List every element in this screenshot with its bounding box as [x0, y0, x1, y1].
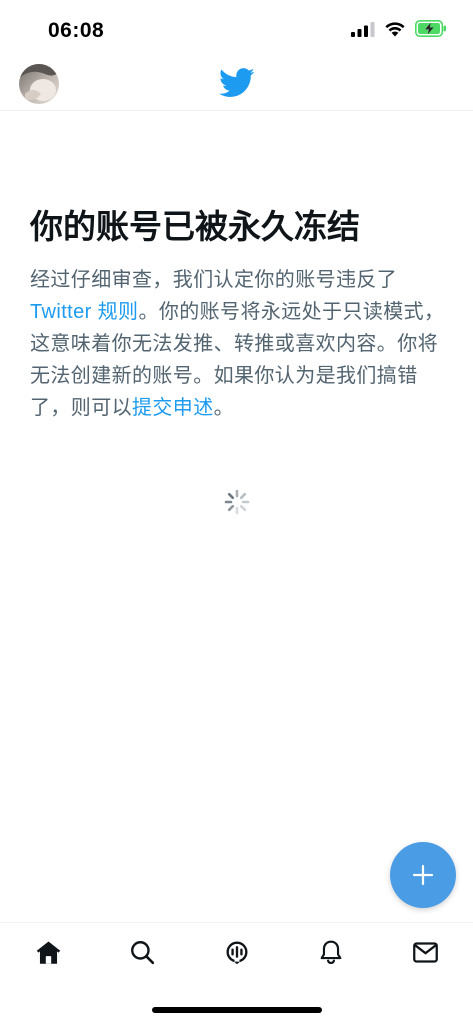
top-app-bar	[0, 58, 473, 111]
page-title: 你的账号已被永久冻结	[30, 208, 360, 245]
twitter-rules-link[interactable]: Twitter 规则	[30, 301, 138, 323]
tab-spaces[interactable]	[222, 923, 252, 981]
battery-charging-icon	[415, 20, 446, 37]
tab-messages[interactable]	[410, 923, 440, 981]
suspension-message: 经过仔细审查，我们认定你的账号违反了Twitter 规则。你的账号将永远处于只读…	[30, 264, 450, 424]
loading-spinner-icon	[224, 489, 250, 515]
tab-search[interactable]	[127, 923, 157, 981]
notifications-icon	[320, 940, 342, 964]
status-icons	[351, 20, 447, 37]
home-indicator	[152, 1007, 322, 1013]
wifi-icon	[385, 21, 405, 36]
suspension-notice: 你的账号已被永久冻结 经过仔细审查，我们认定你的账号违反了 Twitter 规则。…	[30, 204, 450, 424]
submit-appeal-link[interactable]: 提交申述	[132, 397, 214, 419]
signal-icon	[351, 21, 375, 37]
avatar[interactable]	[19, 64, 59, 104]
bottom-tab-bar	[0, 922, 473, 984]
twitter-bird-icon	[219, 68, 255, 97]
home-icon	[36, 940, 60, 964]
spaces-icon	[225, 941, 248, 965]
status-bar: 06:08	[0, 0, 473, 58]
plus-icon	[412, 864, 434, 886]
compose-fab-button[interactable]	[390, 842, 456, 908]
tab-notifications[interactable]	[316, 923, 346, 981]
status-time: 06:08	[48, 19, 105, 42]
search-icon	[131, 941, 155, 965]
messages-icon	[412, 941, 438, 963]
message-text: 。	[213, 397, 235, 419]
tab-home[interactable]	[33, 923, 63, 981]
message-text: 经过仔细审查，我们认定你的账号违反了	[30, 269, 398, 291]
